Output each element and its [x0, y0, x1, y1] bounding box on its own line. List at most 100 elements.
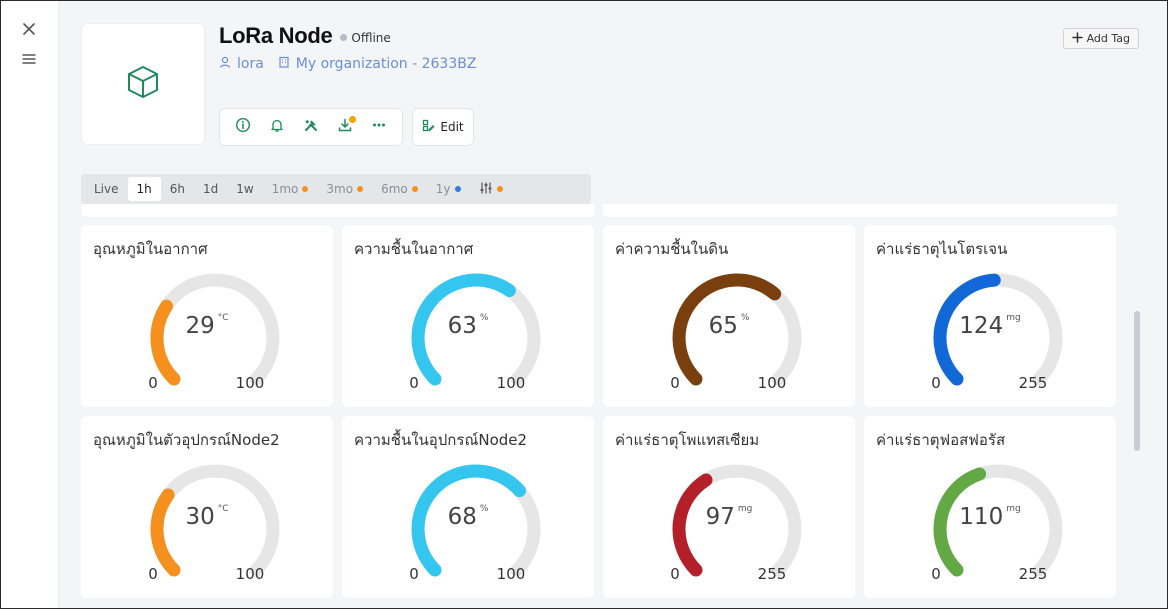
tools-icon: [303, 117, 319, 137]
tools-button[interactable]: [299, 115, 323, 139]
tab-label: 1mo: [271, 182, 299, 196]
widget-title: ความชื้นในอุปกรณ์Node2: [354, 431, 528, 449]
gauge-unit: %: [479, 313, 489, 323]
user-icon: [219, 56, 231, 72]
gauge-readout: 29 °C: [81, 313, 333, 339]
building-icon: [278, 56, 290, 72]
premium-dot-icon: [496, 186, 503, 192]
gauge-readout: 65%: [603, 313, 855, 339]
left-rail: [1, 1, 59, 608]
gauge-unit: mg: [1006, 313, 1021, 323]
gauge-unit: %: [740, 313, 750, 323]
tab-label: 1h: [136, 182, 152, 196]
gauge-widget[interactable]: ความชื้นในอากาศ 63% 0 100: [342, 225, 594, 407]
gauge-value: 30: [185, 504, 215, 530]
gauge-unit: %: [479, 504, 489, 514]
edit-dashboard-icon: [422, 119, 436, 136]
gauge-widget[interactable]: อุณหภูมิในตัวอุปกรณ์Node2 30 °C 0 100: [81, 416, 333, 598]
gauge-value: 63: [447, 313, 477, 339]
gauge-value: 124: [959, 313, 1004, 339]
tab-label: 6h: [169, 182, 186, 196]
gauge-value: 68: [447, 504, 477, 530]
gauge-min: 0: [409, 565, 419, 583]
add-tag-button[interactable]: Add Tag: [1062, 28, 1139, 49]
status-badge: Offline: [340, 30, 391, 45]
title-row: LoRa Node Offline: [219, 23, 391, 49]
gauge-readout: 110 mg: [864, 504, 1116, 530]
premium-dot-icon: [454, 186, 461, 192]
widget-title: ค่าแร่ธาตุไนโตรเจน: [876, 240, 1008, 258]
tab-3mo[interactable]: 3mo: [317, 177, 372, 201]
add-tag-label: Add Tag: [1086, 32, 1130, 45]
scrollbar-thumb[interactable]: [1134, 311, 1140, 451]
timeframe-selector: Live 1h 6h 1d 1w 1mo 3mo 6mo 1y: [81, 174, 591, 204]
notifications-button[interactable]: [265, 115, 289, 139]
gauge-max: 100: [235, 565, 265, 583]
bell-icon: [269, 117, 285, 137]
tab-6mo[interactable]: 6mo: [372, 177, 427, 201]
edit-button[interactable]: Edit: [412, 108, 474, 146]
gauge-min: 0: [670, 374, 680, 392]
gauge-value: 97: [705, 504, 735, 530]
app-window: LoRa Node Offline lora My organization -…: [0, 0, 1168, 609]
premium-dot-icon: [302, 186, 309, 192]
tab-live[interactable]: Live: [85, 177, 128, 201]
status-label: Offline: [351, 30, 391, 45]
premium-dot-icon: [357, 186, 364, 192]
gauge-max: 100: [235, 374, 265, 392]
tab-label: 1y: [435, 182, 451, 196]
gauge-widget[interactable]: ค่าแร่ธาตุฟอสฟอรัส 110 mg 0 255: [864, 416, 1116, 598]
gauge-max: 100: [496, 565, 526, 583]
widget-title: ค่าแร่ธาตุโพแทสเซียม: [615, 431, 760, 449]
gauge-value: 65: [708, 313, 738, 339]
gauge-unit: mg: [1006, 504, 1021, 514]
gauge-max: 255: [1018, 374, 1048, 392]
organization-link[interactable]: My organization - 2633BZ: [278, 56, 477, 72]
widget-title: ค่าความชื้นในดิน: [615, 240, 729, 258]
tab-1d[interactable]: 1d: [194, 177, 227, 201]
gauge-min: 0: [409, 374, 419, 392]
tab-1h[interactable]: 1h: [127, 177, 161, 201]
more-button[interactable]: [367, 115, 391, 139]
gauge-unit: °C: [217, 504, 229, 514]
close-icon[interactable]: [17, 17, 41, 41]
previous-row-card-edge: [603, 204, 1117, 217]
premium-dot-icon: [411, 186, 418, 192]
device-main-panel: LoRa Node Offline lora My organization -…: [59, 1, 1167, 608]
gauge-unit: °C: [217, 313, 229, 323]
plus-icon: [1071, 31, 1083, 46]
gauge-min: 0: [670, 565, 680, 583]
cube-icon: [125, 64, 161, 104]
gauge-widget[interactable]: อุณหภูมิในอากาศ 29 °C 0 100: [81, 225, 333, 407]
info-button[interactable]: [231, 115, 255, 139]
owner-label: lora: [237, 56, 264, 72]
custom-range-button[interactable]: [470, 177, 512, 201]
widget-title: ค่าแร่ธาตุฟอสฟอรัส: [876, 431, 1006, 449]
more-icon: [371, 117, 387, 137]
gauge-max: 255: [1018, 565, 1048, 583]
tab-1mo[interactable]: 1mo: [263, 177, 318, 201]
download-button[interactable]: [333, 115, 357, 139]
gauge-widget[interactable]: ค่าแร่ธาตุไนโตรเจน 124 mg 0 255: [864, 225, 1116, 407]
organization-label: My organization - 2633BZ: [295, 56, 477, 72]
gauge-readout: 63%: [342, 313, 594, 339]
gauge-value: 110: [959, 504, 1004, 530]
tab-1w[interactable]: 1w: [227, 177, 262, 201]
widget-title: อุณหภูมิในอากาศ: [93, 240, 208, 258]
gauge-widget[interactable]: ค่าแร่ธาตุโพแทสเซียม 97 mg 0 255: [603, 416, 855, 598]
gauge-readout: 30 °C: [81, 504, 333, 530]
tab-6h[interactable]: 6h: [161, 177, 194, 201]
gauge-widget[interactable]: ค่าความชื้นในดิน 65% 0 100: [603, 225, 855, 407]
gauge-widget[interactable]: ความชื้นในอุปกรณ์Node2 68% 0 100: [342, 416, 594, 598]
edit-label: Edit: [440, 120, 464, 134]
owner-link[interactable]: lora: [219, 56, 264, 72]
tab-label: 3mo: [326, 182, 354, 196]
gauge-value: 29: [185, 313, 215, 339]
gauge-readout: 124 mg: [864, 313, 1116, 339]
tab-1y[interactable]: 1y: [427, 177, 470, 201]
sliders-icon: [479, 181, 493, 198]
tab-label: Live: [94, 182, 119, 196]
gauge-min: 0: [931, 374, 941, 392]
tab-label: 1d: [203, 182, 219, 196]
menu-icon[interactable]: [17, 47, 41, 71]
